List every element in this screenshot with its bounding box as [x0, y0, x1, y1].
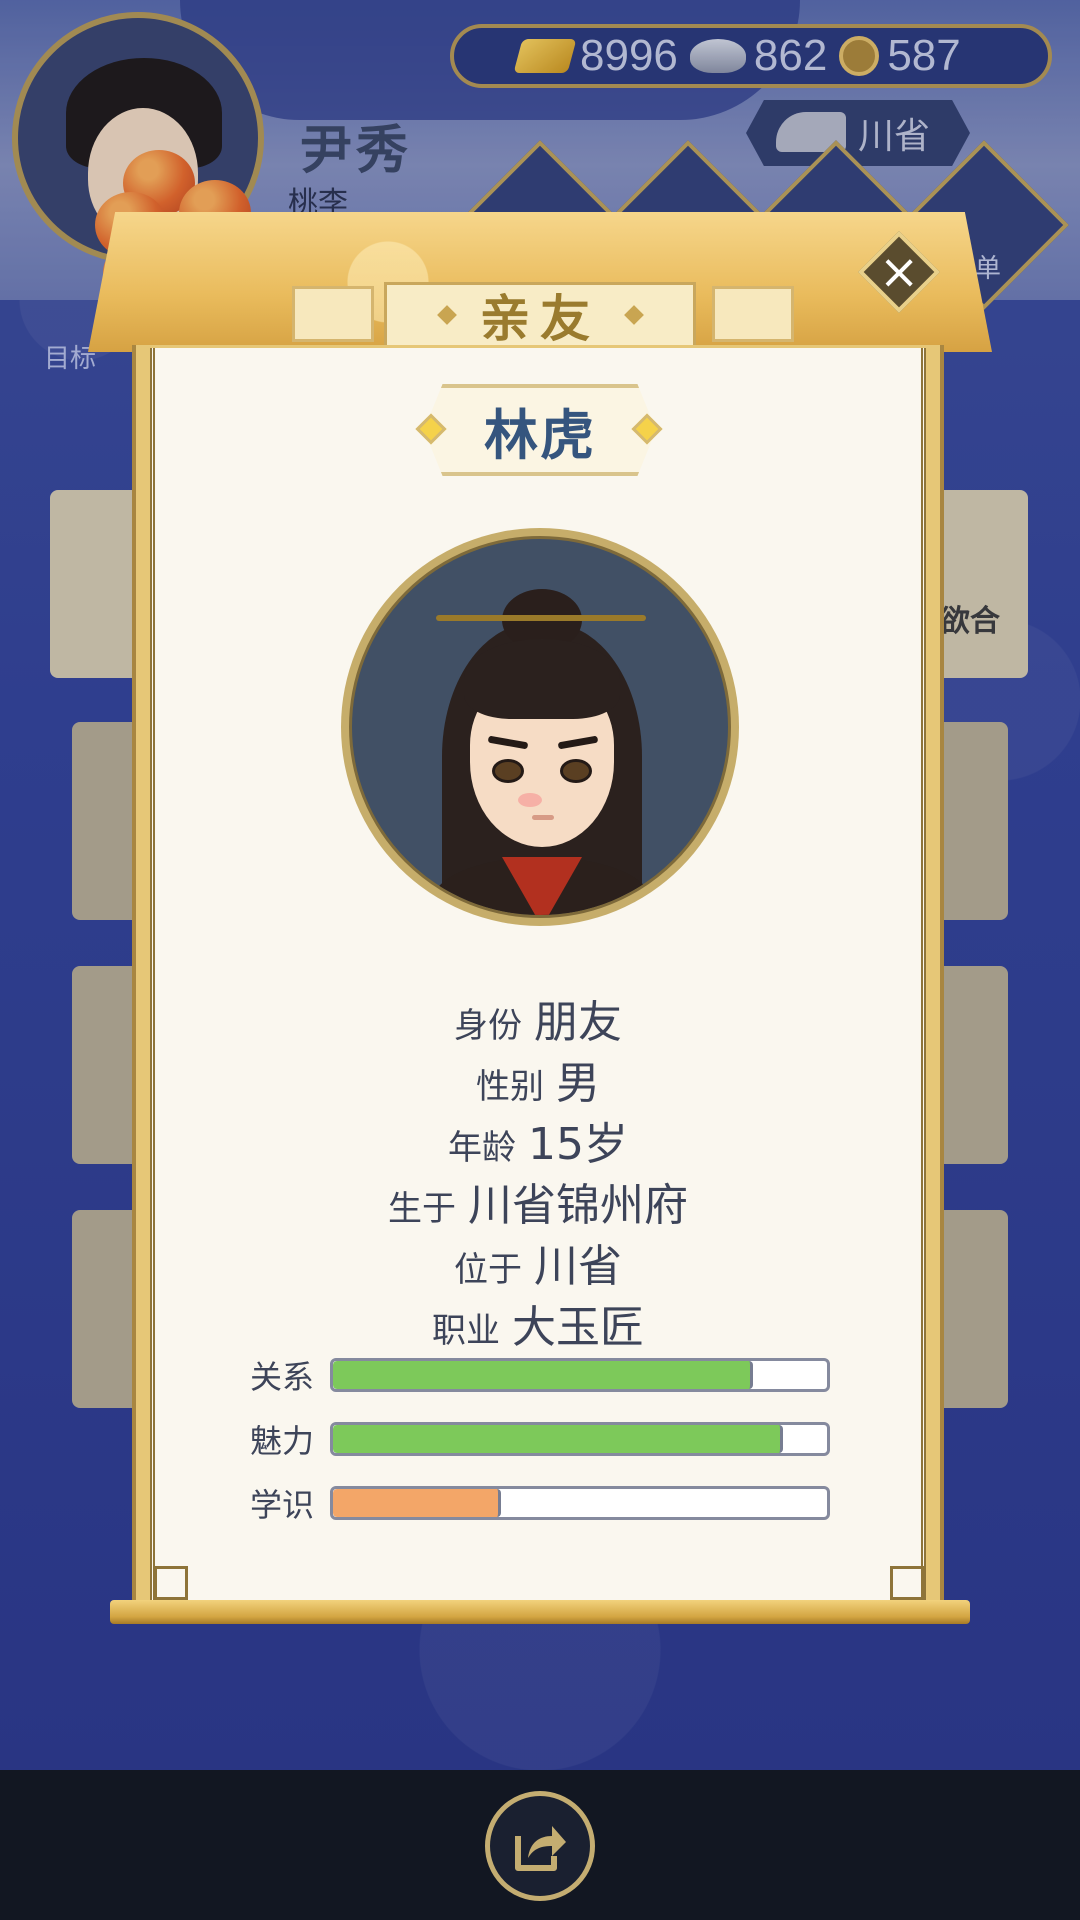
stat-bar-fill [333, 1361, 753, 1389]
scroll-rod [110, 1600, 970, 1624]
info-identity: 身份 朋友 [150, 986, 926, 1050]
info-age: 年龄 15岁 [150, 1108, 926, 1172]
header-side-panel-right [712, 286, 794, 342]
info-gender: 性别 男 [150, 1047, 926, 1111]
character-name: 林虎 [484, 402, 596, 467]
info-label: 位于 [454, 1250, 522, 1290]
info-label: 身份 [454, 1006, 522, 1046]
stat-bar-fill [333, 1425, 783, 1453]
info-label: 生于 [388, 1189, 456, 1229]
info-value: 大玉匠 [512, 1302, 644, 1353]
close-icon: × [878, 244, 920, 300]
info-value: 朋友 [534, 997, 622, 1048]
stat-relationship: 关系 [250, 1357, 830, 1396]
corner-ornament-right [890, 1566, 924, 1600]
header-side-panel-left [292, 286, 374, 342]
info-value: 15岁 [528, 1119, 628, 1170]
info-label: 年龄 [448, 1128, 516, 1168]
info-label: 性别 [476, 1067, 544, 1107]
stat-bar-track [330, 1486, 830, 1520]
stat-label: 学识 [250, 1486, 315, 1524]
stat-bar-track [330, 1358, 830, 1392]
info-occupation: 职业 大玉匠 [150, 1291, 926, 1355]
share-icon [515, 1826, 566, 1871]
stat-bar-fill [333, 1489, 501, 1517]
stat-knowledge: 学识 [250, 1485, 830, 1524]
info-value: 男 [556, 1058, 600, 1109]
info-label: 职业 [432, 1311, 500, 1351]
modal-title: 亲友 [480, 289, 600, 348]
info-birthplace: 生于 川省锦州府 [150, 1169, 926, 1233]
stat-charm: 魅力 [250, 1421, 830, 1460]
character-portrait [341, 528, 739, 926]
stat-bar-track [330, 1422, 830, 1456]
info-value: 川省锦州府 [468, 1180, 688, 1231]
stat-label: 关系 [250, 1358, 315, 1396]
corner-ornament-left [154, 1566, 188, 1600]
info-value: 川省 [534, 1241, 622, 1292]
info-location: 位于 川省 [150, 1230, 926, 1294]
share-button[interactable] [485, 1791, 595, 1901]
stat-label: 魅力 [250, 1422, 315, 1460]
